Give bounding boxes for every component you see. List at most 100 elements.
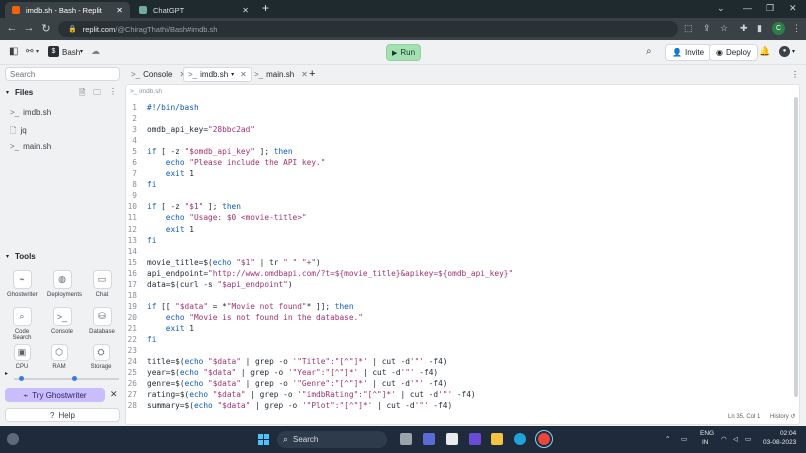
share-icon[interactable]: ⇪: [703, 23, 711, 34]
code-line[interactable]: 20 echo "Movie is not found in the datab…: [126, 312, 796, 323]
file-explorer-icon[interactable]: [491, 433, 503, 445]
chevron-down-icon[interactable]: ▾: [792, 48, 795, 55]
chevron-down-icon[interactable]: ▾: [36, 48, 39, 55]
browser-tab-chatgpt[interactable]: ChatGPT ✕: [132, 2, 256, 18]
run-button[interactable]: ▶ Run: [386, 44, 421, 61]
new-tab-button[interactable]: +: [309, 68, 315, 80]
file-item-main-sh[interactable]: >_ main.sh: [10, 142, 51, 151]
invite-button[interactable]: 👤 Invite: [665, 44, 712, 61]
chevron-up-icon[interactable]: ⌃: [665, 435, 670, 443]
sidebar-search-input[interactable]: Search: [5, 67, 120, 81]
install-app-icon[interactable]: ⬚: [684, 23, 693, 34]
forward-icon[interactable]: →: [22, 22, 36, 34]
chevron-right-icon[interactable]: ▸: [5, 370, 8, 377]
code-line[interactable]: 23: [126, 345, 796, 356]
sidebar-toggle-icon[interactable]: ◧: [9, 46, 18, 57]
code-editor[interactable]: >_ imdb.sh 1 #!/bin/bash 2 3 omdb_api_key="2…: [125, 84, 800, 425]
code-line[interactable]: 18: [126, 290, 796, 301]
code-line[interactable]: 19 if [[ "$data" = *"Movie not found"* ]]…: [126, 301, 796, 312]
tool-ghostwriter[interactable]: ⌁ Ghostwriter: [7, 270, 38, 298]
menu-kebab-icon[interactable]: ⋮: [792, 23, 801, 34]
profile-avatar[interactable]: C: [772, 22, 785, 35]
code-line[interactable]: 9: [126, 190, 796, 201]
deploy-button[interactable]: ◉ Deploy: [709, 44, 758, 61]
close-tab-icon[interactable]: ✕: [301, 70, 308, 79]
code-line[interactable]: 12 exit 1: [126, 224, 796, 235]
code-line[interactable]: 6 echo "Please include the API key.": [126, 157, 796, 168]
edge-icon[interactable]: [514, 433, 526, 445]
speaker-icon[interactable]: ◁: [733, 435, 738, 443]
editor-scrollbar[interactable]: [794, 97, 798, 397]
code-line[interactable]: 1 #!/bin/bash: [126, 102, 796, 113]
resource-storage[interactable]: ⛭ Storage: [86, 344, 116, 370]
resource-ram[interactable]: ⬡ RAM: [44, 344, 74, 370]
new-folder-icon[interactable]: 🗀: [93, 87, 101, 101]
code-line[interactable]: 26 genre=$(echo "$data" | grep -o '"Genre…: [126, 378, 796, 389]
bookmark-star-icon[interactable]: ☆: [720, 23, 728, 34]
flow-icon[interactable]: ⚯: [26, 46, 34, 57]
chevron-down-icon[interactable]: ▾: [231, 71, 234, 78]
sidepanel-icon[interactable]: ▮: [757, 23, 762, 34]
back-icon[interactable]: ←: [5, 22, 19, 34]
resource-cpu[interactable]: ▣ CPU: [7, 344, 37, 370]
tool-database[interactable]: ⛁ Database: [87, 307, 117, 335]
widgets-icon[interactable]: [7, 433, 19, 445]
clock-time[interactable]: 02:04: [780, 430, 796, 437]
tab-imdb-sh[interactable]: >_ imdb.sh ▾ ✕: [183, 67, 252, 82]
tab-main-sh[interactable]: >_ main.sh ✕: [250, 67, 312, 82]
chevron-down-icon[interactable]: ▾: [6, 253, 9, 260]
close-tab-icon[interactable]: ✕: [116, 6, 123, 15]
try-ghostwriter-button[interactable]: ⌁ Try Ghostwriter: [5, 388, 105, 402]
notification-bell-icon[interactable]: 🔔: [759, 46, 770, 57]
code-line[interactable]: 5 if [ -z "$omdb_api_key" ]; then: [126, 146, 796, 157]
tab-console[interactable]: >_ Console ✕: [127, 67, 190, 82]
code-line[interactable]: 3 omdb_api_key="28bbc2ad": [126, 124, 796, 135]
code-line[interactable]: 2: [126, 113, 796, 124]
close-icon[interactable]: ✕: [110, 389, 118, 400]
code-line[interactable]: 11 echo "Usage: $0 <movie-title>": [126, 212, 796, 223]
clock-date[interactable]: 03-08-2023: [763, 439, 796, 446]
reload-icon[interactable]: ↻: [39, 22, 53, 35]
code-line[interactable]: 14: [126, 246, 796, 257]
tool-deployments[interactable]: ◍ Deployments: [47, 270, 82, 298]
code-line[interactable]: 16 api_endpoint="http://www.omdbapi.com/?…: [126, 268, 796, 279]
windows-start-icon[interactable]: [258, 434, 269, 445]
code-line[interactable]: 22 fi: [126, 334, 796, 345]
battery-icon[interactable]: ▭: [745, 435, 751, 443]
teams-icon[interactable]: [423, 433, 435, 445]
wifi-icon[interactable]: ◠: [721, 435, 727, 443]
code-line[interactable]: 10 if [ -z "$1" ]; then: [126, 201, 796, 212]
taskview-icon[interactable]: [400, 433, 412, 445]
new-tab-button[interactable]: +: [262, 1, 269, 15]
tool-console[interactable]: >_ Console: [47, 307, 77, 335]
code-line[interactable]: 13 fi: [126, 235, 796, 246]
tool-code-search[interactable]: ⌕ Code Search: [7, 307, 37, 341]
new-file-icon[interactable]: 🗎: [79, 87, 85, 101]
language-label[interactable]: ENG: [700, 430, 714, 437]
code-line[interactable]: 17 data=$(curl -s "$api_endpoint"): [126, 279, 796, 290]
files-menu-icon[interactable]: ⋮: [109, 87, 117, 96]
url-field[interactable]: 🔒 replit.com/@ChiragThathi/Bash#imdb.sh: [58, 21, 678, 37]
store-icon[interactable]: [446, 433, 458, 445]
code-line[interactable]: 28 summary=$(echo "$data" | grep -o '"Plo…: [126, 400, 796, 411]
repl-name[interactable]: Bash: [62, 48, 80, 57]
pane-menu-icon[interactable]: ⋮: [791, 70, 799, 79]
code-line[interactable]: 8 fi: [126, 179, 796, 190]
code-line[interactable]: 15 movie_title=$(echo "$1" | tr " " "+"): [126, 257, 796, 268]
chevron-down-icon[interactable]: ▾: [80, 48, 83, 55]
browser-tab-replit[interactable]: imdb.sh - Bash - Replit ✕: [5, 2, 130, 18]
chrome-icon[interactable]: [538, 433, 550, 445]
code-line[interactable]: 24 title=$(echo "$data" | grep -o '"Title…: [126, 356, 796, 367]
close-tab-icon[interactable]: ✕: [242, 6, 249, 15]
code-line[interactable]: 21 exit 1: [126, 323, 796, 334]
region-label[interactable]: IN: [702, 439, 709, 446]
search-icon[interactable]: ⌕: [646, 46, 652, 57]
restore-icon[interactable]: ❐: [766, 3, 774, 14]
code-line[interactable]: 4: [126, 135, 796, 146]
code-line[interactable]: 7 exit 1: [126, 168, 796, 179]
help-button[interactable]: ? Help: [5, 408, 120, 422]
close-icon[interactable]: ✕: [789, 3, 797, 14]
taskbar-search[interactable]: ⌕ Search: [277, 431, 387, 448]
tool-chat[interactable]: ▭ Chat: [87, 270, 117, 298]
file-item-imdb-sh[interactable]: >_ imdb.sh: [10, 108, 51, 117]
